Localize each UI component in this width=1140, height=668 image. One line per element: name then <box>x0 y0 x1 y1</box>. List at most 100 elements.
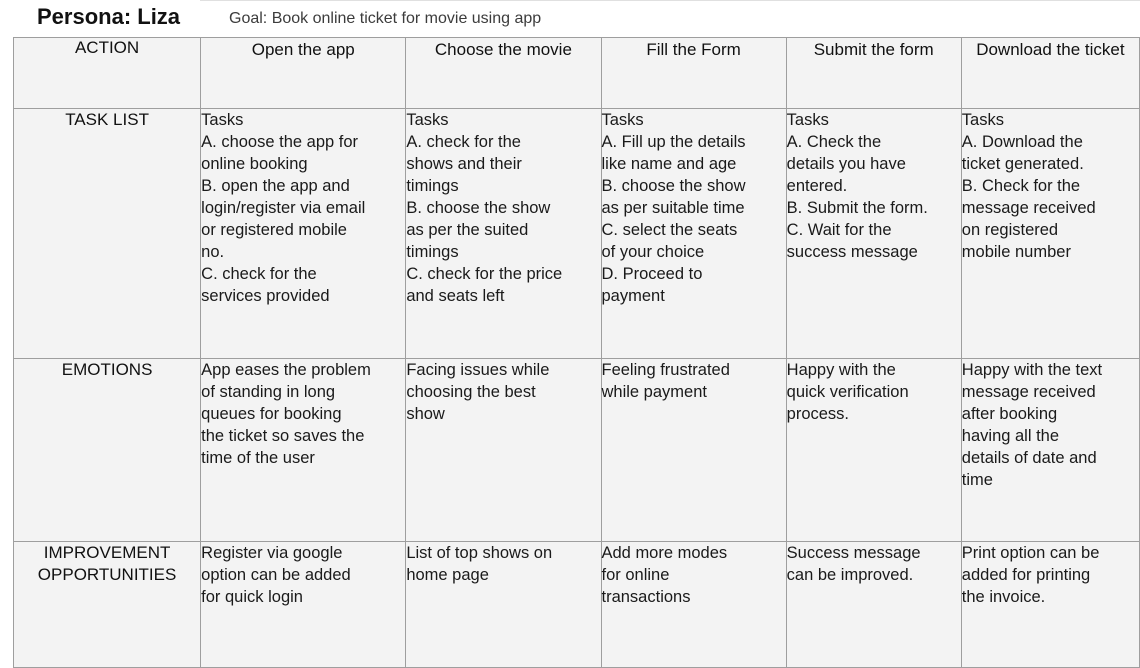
cell-text-line: login/register via email <box>201 199 366 217</box>
improvement-label-line: IMPROVEMENT <box>43 543 171 562</box>
cell-text-line: A. check for the <box>406 133 521 151</box>
cell-text-line: A. Check the <box>786 133 882 151</box>
cell-text-line: of standing in long <box>201 383 336 401</box>
cell-text-line: Facing issues while <box>406 361 550 379</box>
cell-text-line: no. <box>201 243 225 261</box>
task-cell: Tasks A. check for the shows and their timi… <box>405 108 602 359</box>
cell-text-line: process. <box>786 405 850 423</box>
cell-text-line: of your choice <box>601 243 705 261</box>
cell-text-line: A. Fill up the details <box>601 133 746 151</box>
cell-text-line: D. Proceed to <box>601 265 703 283</box>
cell-text-line: Tasks <box>961 111 1004 129</box>
cell-text-line: A. Download the <box>961 133 1083 151</box>
improvement-cell: Add more modes for online transactions <box>600 541 787 668</box>
task-cell: Tasks A. Fill up the details like name and… <box>600 108 787 359</box>
cell-text-line: choosing the best <box>406 383 536 401</box>
cell-text-line: Tasks <box>201 111 244 129</box>
cell-text-line: or registered mobile <box>201 221 347 239</box>
cell-text-line: A. choose the app for <box>201 133 359 151</box>
improvement-cell: Success message can be improved. <box>785 541 962 668</box>
cell-text-line: Success message <box>786 544 921 562</box>
emotion-cell: Feeling frustrated while payment <box>600 358 787 542</box>
stage-header: Submit the form <box>785 37 962 109</box>
cell-text-line: as per the suited <box>406 221 529 239</box>
cell-text-line: B. Submit the form. <box>786 199 928 217</box>
emotion-cell: Happy with the text message received after… <box>960 358 1140 542</box>
emotions-row: EMOTIONS App eases the problem of standin… <box>12 358 1140 542</box>
stage-header: Download the ticket <box>960 37 1140 109</box>
cell-text-line: for quick login <box>201 588 303 606</box>
cell-text-line: Add more modes <box>601 544 728 562</box>
cell-text-line: on registered <box>961 221 1059 239</box>
emotion-cell: Happy with the quick verification process. <box>785 358 962 542</box>
cell-text-line: timings <box>406 177 459 195</box>
cell-text-line: C. select the seats <box>601 221 738 239</box>
cell-text-line: online booking <box>201 155 308 173</box>
improvement-cell: Register via google option can be added fo… <box>200 541 407 668</box>
emotion-cell: Facing issues while choosing the best show <box>405 358 602 542</box>
cell-text-line: queues for booking <box>201 405 342 423</box>
header: Persona: Liza Goal: Book online ticket f… <box>0 0 1140 36</box>
stage-header-row: ACTION Open the app Choose the movie Fil… <box>12 37 1140 109</box>
cell-text-line: the invoice. <box>961 588 1046 606</box>
cell-text-line: details of date and <box>961 449 1097 467</box>
cell-text-line: Feeling frustrated <box>601 361 730 379</box>
journey-map-table: ACTION Open the app Choose the movie Fil… <box>12 37 1140 668</box>
cell-text-line: Tasks <box>786 111 829 129</box>
cell-text-line: B. open the app and <box>201 177 350 195</box>
cell-text-line: like name and age <box>601 155 737 173</box>
cell-text-line: Happy with the text <box>961 361 1103 379</box>
cell-text-line: for online <box>601 566 670 584</box>
cell-text-line: message received <box>961 199 1096 217</box>
cell-text-line: payment <box>601 287 665 305</box>
cell-text-line: home page <box>406 566 489 584</box>
cell-text-line: B. choose the show <box>601 177 746 195</box>
emotion-cell: App eases the problem of standing in long… <box>200 358 407 542</box>
cell-text-line: services provided <box>201 287 330 305</box>
improvement-cell: List of top shows on home page <box>405 541 602 668</box>
cell-text-line: timings <box>406 243 459 261</box>
stage-header: Open the app <box>200 37 407 109</box>
cell-text-line: option can be added <box>201 566 351 584</box>
stage-header: Choose the movie <box>405 37 602 109</box>
task-list-row: TASK LIST Tasks A. choose the app for onli… <box>12 108 1140 359</box>
cell-text-line: Tasks <box>601 111 644 129</box>
cell-text-line: B. Check for the <box>961 177 1081 195</box>
cell-text-line: details you have <box>786 155 906 173</box>
cell-text-line: Happy with the <box>786 361 896 379</box>
cell-text-line: message received <box>961 383 1096 401</box>
improvement-label-line: OPPORTUNITIES <box>37 565 177 584</box>
cell-text-line: as per suitable time <box>601 199 745 217</box>
improvement-row: IMPROVEMENT OPPORTUNITIES Register via g… <box>12 541 1140 668</box>
persona-title: Persona: Liza <box>37 4 181 29</box>
cell-text-line: Print option can be <box>961 544 1100 562</box>
emotions-label: EMOTIONS <box>12 358 202 542</box>
cell-text-line: entered. <box>786 177 848 195</box>
cell-text-line: transactions <box>601 588 691 606</box>
improvement-cell: Print option can be added for printing the… <box>960 541 1140 668</box>
cell-text-line: shows and their <box>406 155 522 173</box>
cell-text-line: C. Wait for the <box>786 221 892 239</box>
cell-text-line: C. check for the price <box>406 265 563 283</box>
cell-text-line: show <box>406 405 445 423</box>
top-divider <box>200 0 1140 1</box>
cell-text-line: can be improved. <box>786 566 914 584</box>
cell-text-line: quick verification <box>786 383 909 401</box>
cell-text-line: Tasks <box>406 111 449 129</box>
cell-text-line: the ticket so saves the <box>201 427 365 445</box>
cell-text-line: List of top shows on <box>406 544 553 562</box>
action-header: ACTION <box>12 37 202 109</box>
cell-text-line: Register via google <box>201 544 343 562</box>
cell-text-line: ticket generated. <box>961 155 1084 173</box>
task-cell: Tasks A. choose the app for online booking… <box>200 108 407 359</box>
task-list-label: TASK LIST <box>12 108 202 359</box>
cell-text-line: having all the <box>961 427 1060 445</box>
cell-text-line: C. check for the <box>201 265 317 283</box>
cell-text-line: added for printing <box>961 566 1091 584</box>
cell-text-line: time of the user <box>201 449 315 467</box>
task-cell: Tasks A. Check the details you have entered… <box>785 108 962 359</box>
cell-text-line: success message <box>786 243 918 261</box>
cell-text-line: and seats left <box>406 287 505 305</box>
goal-text: Goal: Book online ticket for movie using… <box>229 10 542 27</box>
stage-header: Fill the Form <box>600 37 787 109</box>
